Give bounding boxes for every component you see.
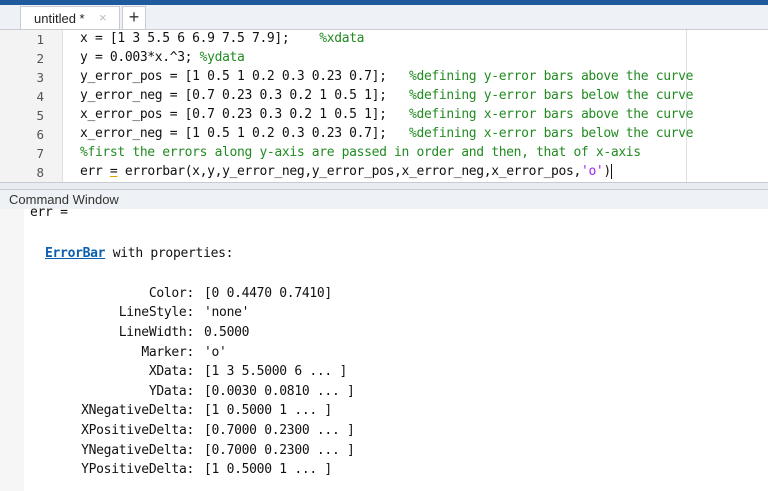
line-number-gutter: 1 2 3 4 5 6 7 8 xyxy=(0,30,63,182)
code-gap xyxy=(387,88,409,103)
code-text: errorbar(x,y,y_error_neg,y_error_pos,x_e… xyxy=(117,164,581,179)
property-value: [0.7000 0.2300 ... ] xyxy=(204,423,355,438)
code-text: x = [1 3 5.5 6 6.9 7.5 7.9]; xyxy=(80,31,290,46)
property-value: [1 0.5000 1 ... ] xyxy=(204,403,332,418)
code-text: ) xyxy=(603,164,611,179)
property-value: [0.0030 0.0810 ... ] xyxy=(204,384,355,399)
property-name: YData: xyxy=(148,384,194,399)
property-name: YPositiveDelta: xyxy=(81,462,194,477)
line-number: 7 xyxy=(36,146,44,161)
property-name: XPositiveDelta: xyxy=(81,423,194,438)
property-name: XNegativeDelta: xyxy=(81,403,194,418)
code-string: 'o' xyxy=(580,164,604,179)
tab-label: untitled * xyxy=(34,11,85,26)
line-number: 8 xyxy=(36,165,44,180)
object-summary-text: with properties: xyxy=(105,246,234,261)
line-number: 2 xyxy=(36,51,44,66)
code-editor[interactable]: 1 2 3 4 5 6 7 8 x = [1 3 5.5 6 6.9 7.5 7… xyxy=(0,30,768,182)
code-comment: %ydata xyxy=(199,50,245,65)
property-value: [0 0.4470 0.7410] xyxy=(204,286,332,301)
line-number: 1 xyxy=(36,32,44,47)
property-name: LineStyle: xyxy=(118,305,195,320)
property-name: Color: xyxy=(148,286,194,301)
code-gap xyxy=(387,126,409,141)
code-line[interactable]: y = 0.003*x.^3; %ydata xyxy=(80,50,245,65)
text-cursor xyxy=(610,164,612,179)
code-text: y_error_pos = [1 0.5 1 0.2 0.3 0.23 0.7]… xyxy=(80,69,387,84)
property-name: YNegativeDelta: xyxy=(81,443,194,458)
output-variable-line: err = xyxy=(30,205,68,220)
right-margin-guide xyxy=(686,30,687,182)
command-window[interactable]: err = ErrorBar with properties: Color: [… xyxy=(0,205,768,491)
command-window-header: Command Window xyxy=(0,190,768,210)
code-comment: %defining x-error bars below the curve xyxy=(408,126,694,141)
code-text: err xyxy=(80,164,110,179)
code-comment: %xdata xyxy=(319,31,365,46)
code-line[interactable]: x_error_neg = [1 0.5 1 0.2 0.3 0.23 0.7]… xyxy=(80,126,693,141)
code-comment: %defining y-error bars below the curve xyxy=(408,88,694,103)
errorbar-class-link[interactable]: ErrorBar xyxy=(45,246,106,261)
line-number: 4 xyxy=(36,89,44,104)
console-margin xyxy=(0,209,24,491)
property-name: Marker: xyxy=(141,345,194,360)
code-text: y = 0.003*x.^3; xyxy=(80,50,200,65)
code-gap xyxy=(387,69,409,84)
property-value: 'o' xyxy=(204,345,227,360)
property-name: LineWidth: xyxy=(118,325,195,340)
code-comment: %defining y-error bars above the curve xyxy=(408,69,694,84)
code-line[interactable]: %first the errors along y-axis are passe… xyxy=(80,145,641,160)
object-summary-line: ErrorBar with properties: xyxy=(45,246,233,261)
code-gap xyxy=(387,107,409,122)
code-line-active[interactable]: err = errorbar(x,y,y_error_neg,y_error_p… xyxy=(80,164,612,179)
panel-splitter[interactable] xyxy=(0,182,768,190)
code-text: y_error_neg = [0.7 0.23 0.3 0.2 1 0.5 1]… xyxy=(80,88,387,103)
line-number: 6 xyxy=(36,127,44,142)
code-line[interactable]: x_error_pos = [0.7 0.23 0.3 0.2 1 0.5 1]… xyxy=(80,107,693,122)
property-value: [0.7000 0.2300 ... ] xyxy=(204,443,355,458)
editor-tab-strip: untitled * × + xyxy=(0,5,768,30)
line-number: 3 xyxy=(36,70,44,85)
close-icon[interactable]: × xyxy=(99,10,107,25)
code-comment: %first the errors along y-axis are passe… xyxy=(80,145,641,160)
property-value: [1 0.5000 1 ... ] xyxy=(204,462,332,477)
property-value: 'none' xyxy=(204,305,250,320)
code-text: x_error_pos = [0.7 0.23 0.3 0.2 1 0.5 1]… xyxy=(80,107,387,122)
code-line[interactable]: y_error_neg = [0.7 0.23 0.3 0.2 1 0.5 1]… xyxy=(80,88,693,103)
code-line[interactable]: x = [1 3 5.5 6 6.9 7.5 7.9]; %xdata xyxy=(80,31,365,46)
property-name: XData: xyxy=(148,364,194,379)
new-tab-button[interactable]: + xyxy=(122,6,146,29)
line-number: 5 xyxy=(36,108,44,123)
code-line[interactable]: y_error_pos = [1 0.5 1 0.2 0.3 0.23 0.7]… xyxy=(80,69,693,84)
code-comment: %defining x-error bars above the curve xyxy=(408,107,694,122)
code-gap xyxy=(289,31,319,46)
tab-untitled[interactable]: untitled * × xyxy=(20,6,120,29)
property-value: [1 3 5.5000 6 ... ] xyxy=(204,364,348,379)
code-text: x_error_neg = [1 0.5 1 0.2 0.3 0.23 0.7]… xyxy=(80,126,387,141)
property-value: 0.5000 xyxy=(204,325,250,340)
